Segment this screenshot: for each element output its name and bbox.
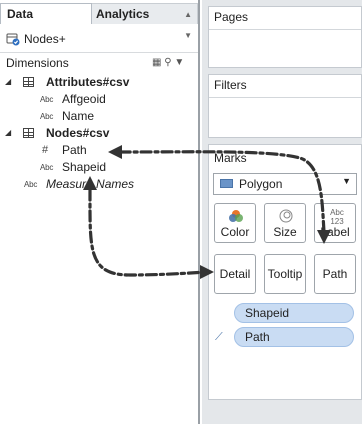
- pill-label: Path: [245, 330, 270, 344]
- datasource-label: Nodes+: [24, 32, 66, 46]
- tab-analytics-label: Analytics: [96, 7, 150, 21]
- view-toggle-icon[interactable]: ▦: [152, 57, 161, 68]
- color-label: Color: [220, 225, 250, 239]
- divider: [209, 29, 361, 30]
- search-icon[interactable]: ⚲: [164, 57, 171, 68]
- pages-shelf[interactable]: Pages: [208, 6, 362, 68]
- collapse-icon[interactable]: ◢: [5, 125, 11, 141]
- tooltip-button[interactable]: Tooltip: [264, 254, 306, 294]
- field-path[interactable]: # Path: [0, 142, 198, 158]
- tab-data[interactable]: Data: [0, 3, 92, 24]
- pill-label: Shapeid: [245, 306, 290, 320]
- path-label: Path: [322, 267, 348, 281]
- string-type-icon: Abc: [24, 180, 38, 189]
- collapse-icon[interactable]: ◢: [5, 74, 11, 90]
- field-name: Name: [62, 109, 95, 123]
- tab-data-label: Data: [7, 7, 34, 21]
- chevron-down-icon: ▼: [342, 176, 351, 186]
- string-type-icon: Abc: [40, 163, 54, 172]
- field-shapeid[interactable]: Abc Shapeid: [0, 159, 198, 175]
- size-icon: [279, 209, 293, 223]
- size-label: Size: [273, 225, 297, 239]
- dimensions-menu-icon[interactable]: ▼: [174, 57, 184, 68]
- table-icon: [23, 77, 34, 87]
- field-affgeoid[interactable]: Abc Affgeoid: [0, 91, 198, 107]
- divider: [0, 52, 198, 53]
- pages-title: Pages: [214, 10, 249, 24]
- color-button[interactable]: Color: [214, 203, 256, 243]
- marks-title: Marks: [214, 151, 247, 165]
- detail-label: Detail: [219, 267, 251, 281]
- size-button[interactable]: Size: [264, 203, 306, 243]
- number-type-icon: #: [42, 144, 49, 156]
- string-type-icon: Abc: [40, 95, 54, 104]
- table-name: Nodes#csv: [46, 126, 110, 140]
- tab-analytics[interactable]: Analytics ▲ ▼: [92, 3, 198, 40]
- tooltip-label: Tooltip: [267, 267, 303, 281]
- datasource-icon: [6, 33, 20, 46]
- label-icon: Abc 123: [330, 208, 344, 226]
- divider: [209, 97, 361, 98]
- label-button[interactable]: Abc 123 Label: [314, 203, 356, 243]
- shapeid-pill[interactable]: Shapeid: [234, 303, 354, 323]
- field-name: Shapeid: [62, 160, 107, 174]
- mark-type-dropdown[interactable]: Polygon ▼: [213, 173, 357, 195]
- data-pane: Data Analytics ▲ ▼ Nodes+ Dimensions ▦ ⚲ …: [0, 0, 200, 424]
- field-name-item[interactable]: Abc Name: [0, 108, 198, 124]
- tab-menu-icon[interactable]: ▲ ▼: [184, 4, 192, 46]
- field-name: Path: [62, 143, 87, 157]
- filters-title: Filters: [214, 78, 247, 92]
- path-button[interactable]: Path: [314, 254, 356, 294]
- color-icon: [229, 210, 243, 222]
- table-row-attributes[interactable]: ◢ Attributes#csv: [0, 74, 198, 90]
- field-measure-names[interactable]: Abc Measure Names: [0, 176, 198, 192]
- polygon-icon: [220, 179, 233, 188]
- path-line-icon: ⟋: [215, 331, 223, 343]
- string-type-icon: Abc: [40, 112, 54, 121]
- dimensions-title: Dimensions: [6, 56, 69, 70]
- field-name: Measure Names: [46, 177, 135, 191]
- table-name: Attributes#csv: [46, 75, 130, 89]
- detail-button[interactable]: Detail: [214, 254, 256, 294]
- path-pill[interactable]: Path: [234, 327, 354, 347]
- table-icon: [23, 128, 34, 138]
- mark-type-label: Polygon: [239, 177, 283, 191]
- label-label: Label: [320, 225, 350, 239]
- field-name: Affgeoid: [62, 92, 106, 106]
- filters-shelf[interactable]: Filters: [208, 74, 362, 138]
- table-row-nodes[interactable]: ◢ Nodes#csv: [0, 125, 198, 141]
- dimensions-toolbar: ▦ ⚲ ▼: [152, 57, 184, 68]
